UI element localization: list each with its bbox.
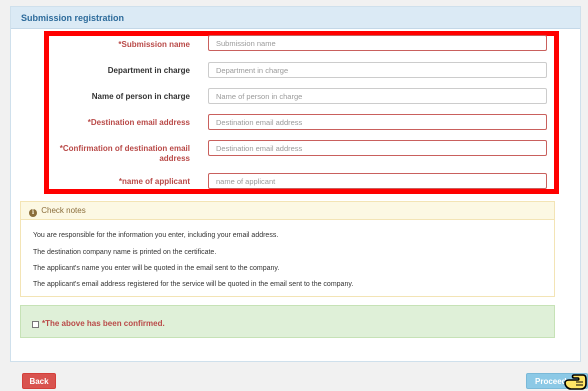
hand-pointer-icon bbox=[564, 374, 587, 390]
department-input[interactable] bbox=[208, 62, 547, 78]
note-line: The applicant's email address registered… bbox=[33, 281, 354, 288]
destination-email-label: *Destination email address bbox=[87, 118, 190, 127]
person-in-charge-label: Name of person in charge bbox=[91, 92, 190, 101]
confirm-email-input[interactable] bbox=[208, 140, 547, 156]
applicant-name-label: *name of applicant bbox=[118, 177, 190, 186]
confirmation-box: *The above has been confirmed. bbox=[20, 305, 555, 338]
destination-email-input[interactable] bbox=[208, 114, 547, 130]
info-circle-icon: i bbox=[29, 209, 37, 217]
highlight-annotation-box bbox=[44, 31, 559, 194]
department-label: Department in charge bbox=[107, 66, 190, 75]
confirm-label[interactable]: *The above has been confirmed. bbox=[42, 319, 165, 328]
check-notes-heading: i Check notes bbox=[21, 202, 554, 220]
confirm-checkbox[interactable] bbox=[32, 321, 39, 328]
submission-name-label: *Submission name bbox=[118, 40, 190, 49]
note-line: You are responsible for the information … bbox=[33, 232, 279, 239]
note-line: The applicant's name you enter will be q… bbox=[33, 265, 280, 272]
panel-heading: Submission registration bbox=[11, 7, 580, 29]
submission-name-input[interactable] bbox=[208, 35, 547, 51]
back-button[interactable]: Back bbox=[22, 373, 56, 389]
check-notes-panel: i Check notes You are responsible for th… bbox=[20, 201, 555, 297]
confirm-email-label: *Confirmation of destination email addre… bbox=[59, 144, 190, 163]
check-notes-title: Check notes bbox=[41, 206, 86, 215]
note-line: The destination company name is printed … bbox=[33, 249, 217, 256]
applicant-name-input[interactable] bbox=[208, 173, 547, 189]
person-in-charge-input[interactable] bbox=[208, 88, 547, 104]
